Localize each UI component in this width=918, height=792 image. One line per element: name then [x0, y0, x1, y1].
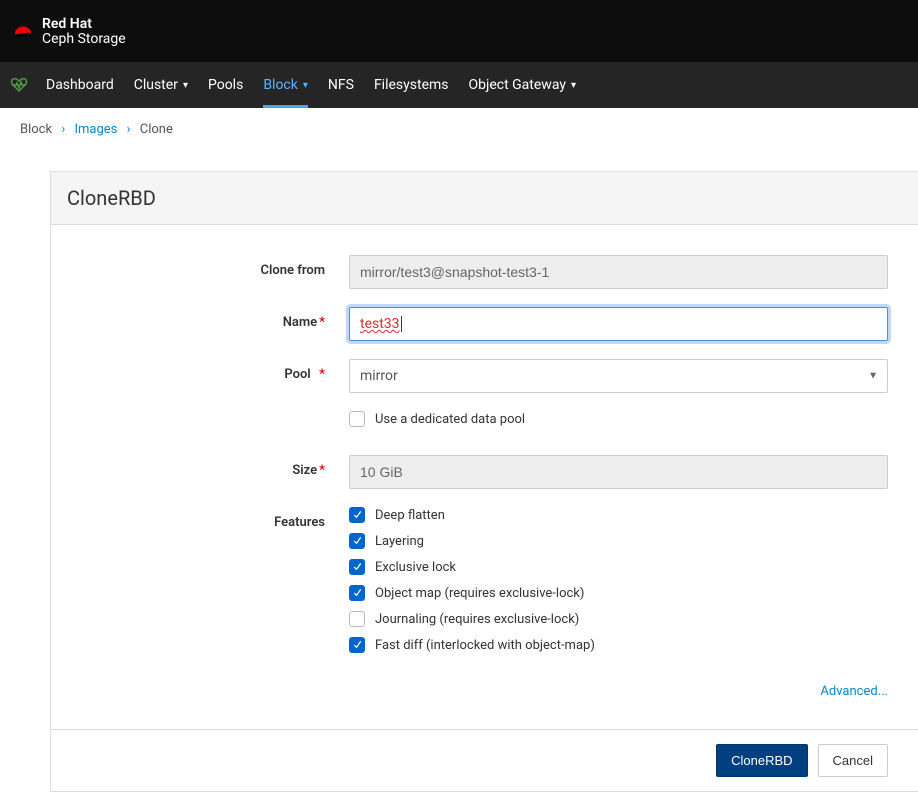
nav-cluster[interactable]: Cluster ▾	[124, 62, 198, 108]
pool-label: Pool *	[51, 359, 349, 382]
breadcrumb: Block › Images › Clone	[0, 108, 918, 151]
submit-button[interactable]: CloneRBD	[716, 744, 807, 777]
size-label: Size*	[51, 455, 349, 478]
chevron-down-icon: ▾	[571, 80, 576, 91]
pool-select[interactable]: mirror	[349, 359, 888, 393]
form: Clone from Name* test33 Pool * mirror	[51, 225, 918, 729]
nav-block[interactable]: Block ▾	[253, 62, 318, 108]
feature-label: Fast diff (interlocked with object-map)	[375, 638, 595, 653]
feature-checkbox[interactable]	[349, 585, 365, 601]
health-icon[interactable]	[10, 62, 36, 108]
nav-nfs[interactable]: NFS	[318, 62, 364, 108]
nav-pools[interactable]: Pools	[198, 62, 253, 108]
feature-label: Object map (requires exclusive-lock)	[375, 586, 584, 601]
name-label: Name*	[51, 307, 349, 330]
advanced-link[interactable]: Advanced...	[820, 684, 888, 699]
feature-label: Journaling (requires exclusive-lock)	[375, 612, 579, 627]
chevron-right-icon: ›	[127, 122, 131, 137]
brand-name-top: Red Hat	[42, 17, 126, 31]
size-input	[349, 455, 888, 489]
chevron-right-icon: ›	[61, 122, 65, 137]
topbar: Red Hat Ceph Storage	[0, 0, 918, 62]
cancel-button[interactable]: Cancel	[818, 744, 888, 777]
clone-from-input	[349, 255, 888, 289]
nav-object-gateway[interactable]: Object Gateway ▾	[459, 62, 587, 108]
feature-checkbox[interactable]	[349, 559, 365, 575]
footer-actions: CloneRBD Cancel	[51, 729, 918, 791]
main-panel: CloneRBD Clone from Name* test33 Pool *	[50, 171, 918, 792]
dedicated-pool-label: Use a dedicated data pool	[375, 412, 525, 427]
breadcrumb-images[interactable]: Images	[74, 122, 117, 137]
features-list: Deep flatten Layering Exclusive lock Object…	[349, 507, 918, 663]
breadcrumb-clone: Clone	[140, 122, 173, 137]
redhat-icon	[12, 23, 34, 39]
feature-label: Deep flatten	[375, 508, 445, 523]
chevron-down-icon: ▾	[303, 80, 308, 91]
brand-name-bottom: Ceph Storage	[42, 32, 126, 46]
chevron-down-icon: ▾	[183, 80, 188, 91]
features-label: Features	[51, 507, 349, 530]
feature-checkbox[interactable]	[349, 533, 365, 549]
clone-from-label: Clone from	[51, 255, 349, 278]
feature-checkbox[interactable]	[349, 637, 365, 653]
feature-checkbox[interactable]	[349, 507, 365, 523]
nav-filesystems[interactable]: Filesystems	[364, 62, 459, 108]
name-input[interactable]: test33	[349, 307, 888, 341]
navbar: Dashboard Cluster ▾ Pools Block ▾ NFS Fi…	[0, 62, 918, 108]
feature-checkbox[interactable]	[349, 611, 365, 627]
panel-title: CloneRBD	[51, 172, 918, 225]
brand-logo[interactable]: Red Hat Ceph Storage	[12, 17, 126, 46]
dedicated-pool-checkbox[interactable]	[349, 411, 365, 427]
feature-label: Layering	[375, 534, 424, 549]
breadcrumb-block: Block	[20, 122, 52, 137]
feature-label: Exclusive lock	[375, 560, 456, 575]
nav-dashboard[interactable]: Dashboard	[36, 62, 124, 108]
